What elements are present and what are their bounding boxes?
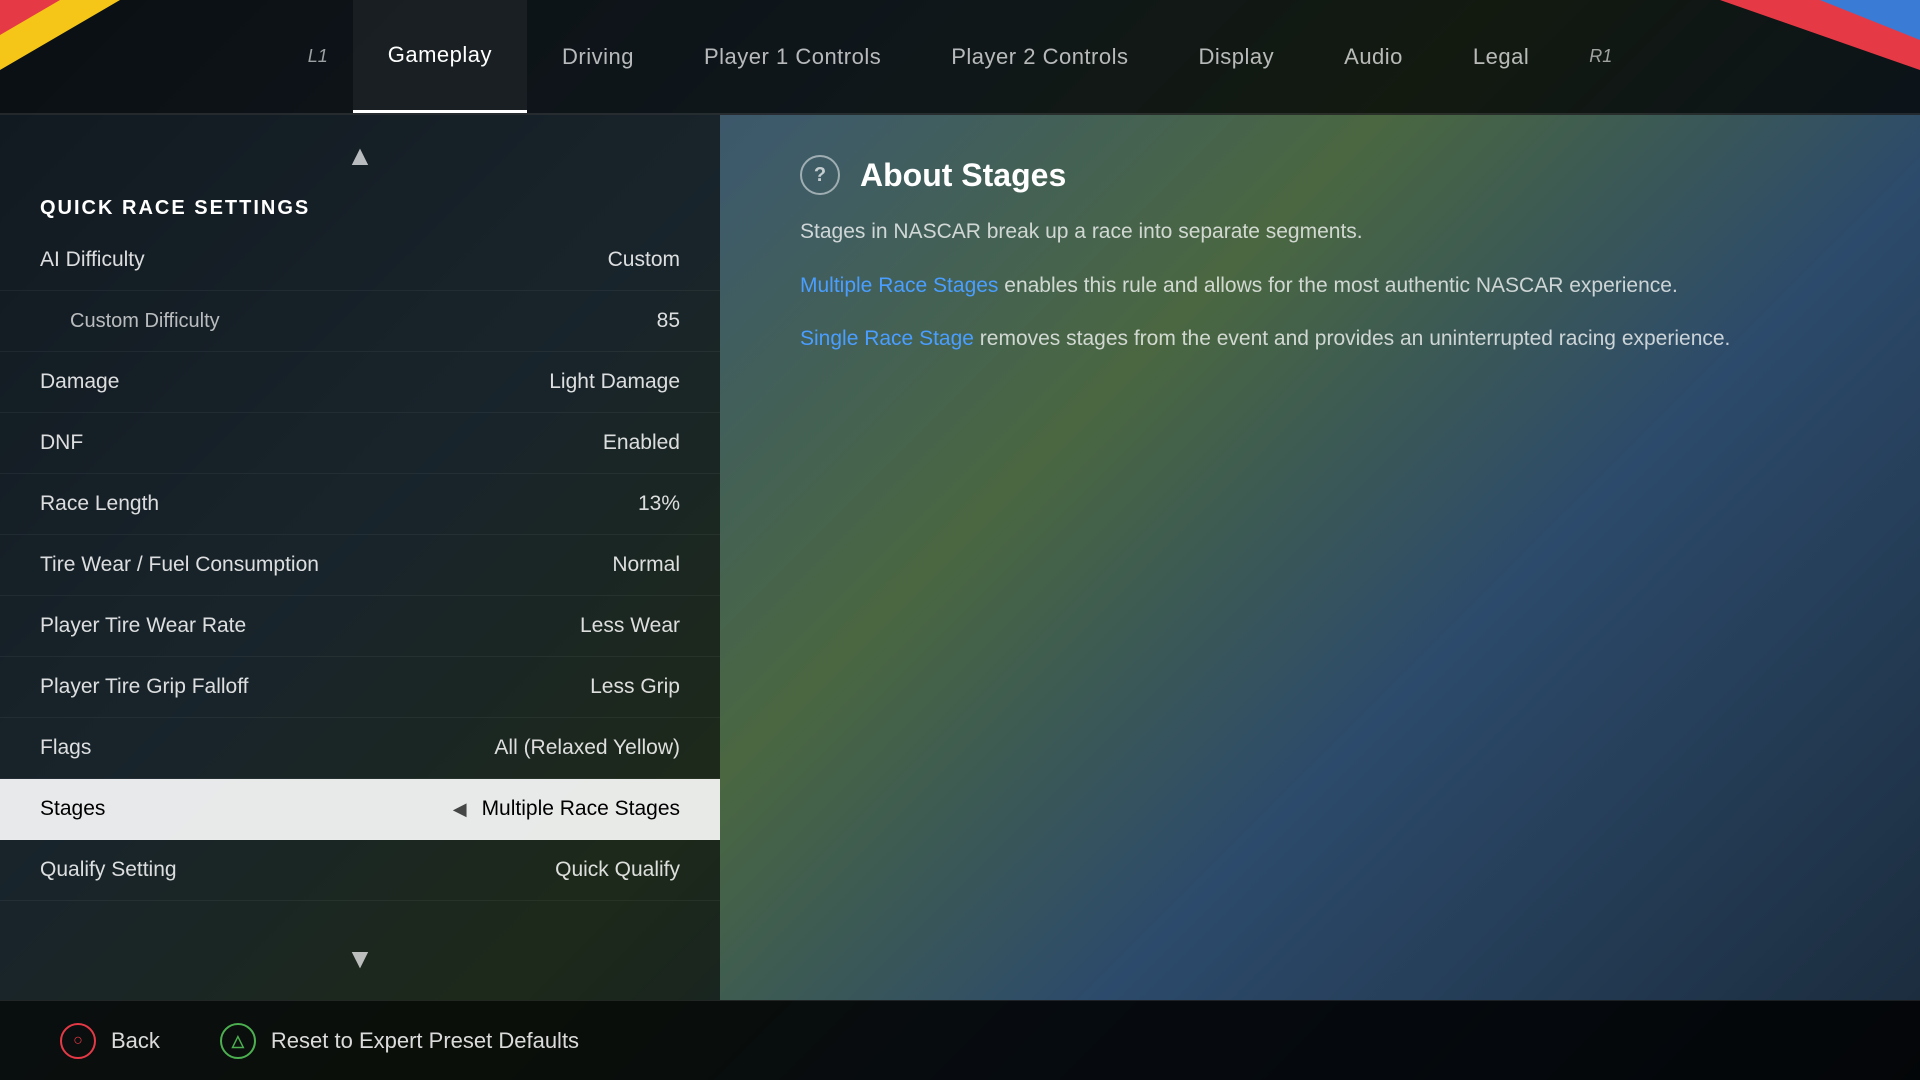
- setting-name-ai-difficulty: AI Difficulty: [40, 248, 145, 272]
- setting-value-player-tire-grip: Less Grip: [590, 675, 680, 699]
- info-paragraph-2: Multiple Race Stages enables this rule a…: [800, 269, 1840, 303]
- nav-bar: L1 Gameplay Driving Player 1 Controls Pl…: [0, 0, 1920, 115]
- setting-name-player-tire-grip: Player Tire Grip Falloff: [40, 675, 249, 699]
- setting-value-tire-wear: Normal: [612, 553, 680, 577]
- info-header: ? About Stages: [800, 155, 1840, 195]
- setting-name-flags: Flags: [40, 736, 91, 760]
- setting-row-player-tire-wear-rate[interactable]: Player Tire Wear Rate Less Wear: [0, 596, 720, 657]
- info-link-single-race-stage: Single Race Stage: [800, 327, 974, 350]
- setting-name-tire-wear: Tire Wear / Fuel Consumption: [40, 553, 319, 577]
- setting-value-stages: Multiple Race Stages: [482, 797, 680, 821]
- setting-value-player-tire-wear-rate: Less Wear: [580, 614, 680, 638]
- tab-player1controls[interactable]: Player 1 Controls: [669, 0, 916, 113]
- bottom-bar: ○ Back △ Reset to Expert Preset Defaults: [0, 1000, 1920, 1080]
- setting-name-player-tire-wear-rate: Player Tire Wear Rate: [40, 614, 246, 638]
- stages-arrow-left[interactable]: ◀: [453, 799, 467, 820]
- nav-l1-label[interactable]: L1: [283, 46, 353, 67]
- settings-list: AI Difficulty Custom Custom Difficulty 8…: [0, 230, 720, 928]
- info-title: About Stages: [860, 157, 1066, 194]
- tab-driving[interactable]: Driving: [527, 0, 669, 113]
- setting-row-ai-difficulty[interactable]: AI Difficulty Custom: [0, 230, 720, 291]
- main-content: ▲ QUICK RACE SETTINGS AI Difficulty Cust…: [0, 115, 1920, 1000]
- setting-value-ai-difficulty: Custom: [608, 248, 680, 272]
- setting-name-qualify-setting: Qualify Setting: [40, 858, 177, 882]
- setting-value-dnf: Enabled: [603, 431, 680, 455]
- stages-value-container: ◀ Multiple Race Stages: [453, 797, 680, 821]
- setting-row-qualify-setting[interactable]: Qualify Setting Quick Qualify: [0, 840, 720, 901]
- reset-icon: △: [220, 1023, 256, 1059]
- back-button[interactable]: ○ Back: [60, 1023, 160, 1059]
- nav-r1-label[interactable]: R1: [1564, 46, 1637, 67]
- info-paragraph-3: Single Race Stage removes stages from th…: [800, 322, 1840, 356]
- info-link-multiple-race-stages: Multiple Race Stages: [800, 274, 998, 297]
- settings-panel: ▲ QUICK RACE SETTINGS AI Difficulty Cust…: [0, 115, 720, 1000]
- tab-gameplay[interactable]: Gameplay: [353, 0, 527, 113]
- setting-row-player-tire-grip[interactable]: Player Tire Grip Falloff Less Grip: [0, 657, 720, 718]
- setting-name-stages: Stages: [40, 797, 105, 821]
- back-icon: ○: [60, 1023, 96, 1059]
- setting-name-race-length: Race Length: [40, 492, 159, 516]
- setting-row-dnf[interactable]: DNF Enabled: [0, 413, 720, 474]
- setting-value-flags: All (Relaxed Yellow): [494, 736, 680, 760]
- setting-name-dnf: DNF: [40, 431, 83, 455]
- reset-button[interactable]: △ Reset to Expert Preset Defaults: [220, 1023, 579, 1059]
- setting-row-damage[interactable]: Damage Light Damage: [0, 352, 720, 413]
- corner-decoration-left: [0, 0, 120, 70]
- setting-row-flags[interactable]: Flags All (Relaxed Yellow): [0, 718, 720, 779]
- scroll-down-button[interactable]: ▼: [331, 928, 389, 990]
- reset-label: Reset to Expert Preset Defaults: [271, 1028, 579, 1054]
- corner-decoration-right: [1720, 0, 1920, 70]
- tab-audio[interactable]: Audio: [1309, 0, 1438, 113]
- info-icon: ?: [800, 155, 840, 195]
- tab-legal[interactable]: Legal: [1438, 0, 1564, 113]
- back-label: Back: [111, 1028, 160, 1054]
- nav-tabs: L1 Gameplay Driving Player 1 Controls Pl…: [283, 0, 1638, 113]
- setting-name-custom-difficulty: Custom Difficulty: [70, 310, 220, 333]
- tab-display[interactable]: Display: [1164, 0, 1310, 113]
- tab-player2controls[interactable]: Player 2 Controls: [916, 0, 1163, 113]
- scroll-up-button[interactable]: ▲: [331, 125, 389, 187]
- setting-value-qualify-setting: Quick Qualify: [555, 858, 680, 882]
- setting-value-damage: Light Damage: [549, 370, 680, 394]
- setting-name-damage: Damage: [40, 370, 119, 394]
- setting-row-tire-wear[interactable]: Tire Wear / Fuel Consumption Normal: [0, 535, 720, 596]
- info-panel: ? About Stages Stages in NASCAR break up…: [720, 115, 1920, 1000]
- setting-value-race-length: 13%: [638, 492, 680, 516]
- section-title: QUICK RACE SETTINGS: [0, 187, 720, 230]
- setting-row-custom-difficulty[interactable]: Custom Difficulty 85: [0, 291, 720, 352]
- setting-row-race-length[interactable]: Race Length 13%: [0, 474, 720, 535]
- info-paragraph-1: Stages in NASCAR break up a race into se…: [800, 215, 1840, 249]
- setting-row-stages[interactable]: Stages ◀ Multiple Race Stages: [0, 779, 720, 840]
- setting-value-custom-difficulty: 85: [657, 309, 680, 333]
